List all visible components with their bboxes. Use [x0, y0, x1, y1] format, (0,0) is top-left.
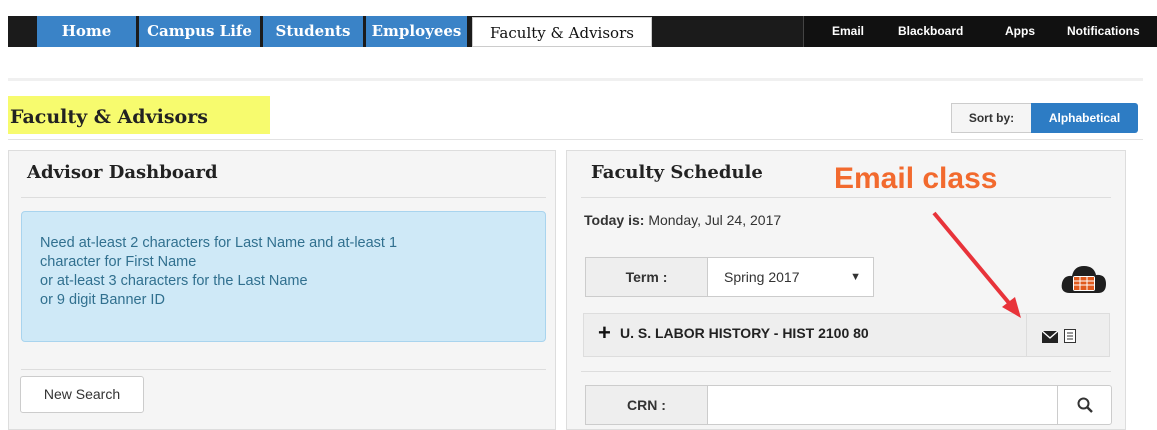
divider [8, 139, 1143, 140]
search-icon [1077, 397, 1093, 416]
course-row[interactable]: + U. S. LABOR HISTORY - HIST 2100 80 [583, 313, 1110, 357]
term-selected-value: Spring 2017 [724, 269, 800, 285]
term-label: Term : [585, 257, 708, 297]
nav-tab-employees[interactable]: Employees [366, 16, 467, 47]
divider [581, 197, 1111, 198]
nav-tab-campus-life[interactable]: Campus Life [139, 16, 260, 47]
calendar-cloud-icon[interactable] [1060, 261, 1108, 297]
nav-tab-faculty-advisors[interactable]: Faculty & Advisors [472, 17, 652, 47]
course-title[interactable]: U. S. LABOR HISTORY - HIST 2100 80 [620, 325, 869, 341]
advisor-dashboard-heading: Advisor Dashboard [27, 162, 218, 183]
nav-tab-home[interactable]: Home [37, 16, 136, 47]
divider [21, 369, 546, 370]
alert-line: or at-least 3 characters for the Last Na… [40, 273, 308, 289]
list-icon[interactable] [1064, 329, 1076, 348]
search-requirements-alert: Need at-least 2 characters for Last Name… [21, 211, 546, 342]
nav-link-email[interactable]: Email [832, 16, 864, 47]
term-select[interactable]: Spring 2017 ▼ [707, 257, 874, 297]
course-actions [1026, 314, 1110, 356]
faculty-schedule-heading: Faculty Schedule [591, 162, 763, 183]
today-date: Today is: Monday, Jul 24, 2017 [584, 212, 781, 228]
alert-line: Need at-least 2 characters for Last Name… [40, 235, 398, 251]
crn-input[interactable] [707, 385, 1058, 425]
divider [21, 197, 546, 198]
today-value: Monday, Jul 24, 2017 [648, 212, 782, 228]
crn-search-button[interactable] [1057, 385, 1112, 425]
today-label: Today is: [584, 212, 645, 228]
plus-icon[interactable]: + [598, 322, 611, 344]
envelope-icon[interactable] [1041, 330, 1059, 348]
sort-label: Sort by: [951, 103, 1031, 133]
advisor-dashboard-panel: Advisor Dashboard Need at-least 2 charac… [8, 150, 556, 430]
nav-link-blackboard[interactable]: Blackboard [898, 16, 963, 47]
alert-line: or 9 digit Banner ID [40, 292, 165, 308]
annotation-arrow [932, 211, 1021, 318]
nav-link-apps[interactable]: Apps [1005, 16, 1035, 47]
crn-label: CRN : [585, 385, 708, 425]
nav-tab-students[interactable]: Students [263, 16, 363, 47]
annotation-label: Email class [834, 162, 998, 195]
caret-down-icon: ▼ [850, 271, 861, 283]
nav-link-notifications[interactable]: Notifications [1067, 16, 1140, 47]
divider [581, 371, 1111, 372]
new-search-button[interactable]: New Search [20, 376, 144, 413]
sort-alphabetical-button[interactable]: Alphabetical [1031, 103, 1138, 133]
alert-line: character for First Name [40, 254, 197, 270]
page-title: Faculty & Advisors [8, 96, 270, 134]
divider [8, 78, 1143, 81]
